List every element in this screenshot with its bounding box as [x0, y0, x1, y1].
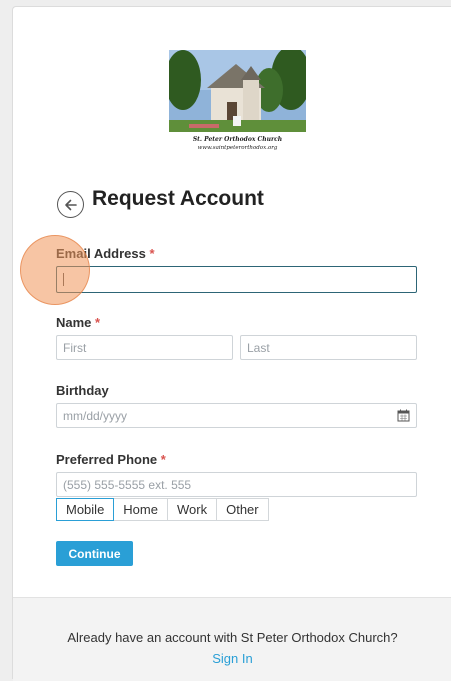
- phone-placeholder: (555) 555-5555 ext. 555: [63, 477, 192, 492]
- phone-label: Preferred Phone *: [56, 452, 166, 467]
- required-mark: *: [95, 315, 101, 330]
- last-name-placeholder: Last: [247, 340, 270, 355]
- calendar-icon[interactable]: [397, 409, 410, 422]
- phone-type-other[interactable]: Other: [216, 498, 269, 521]
- continue-button[interactable]: Continue: [56, 541, 133, 566]
- back-button[interactable]: [57, 191, 84, 218]
- phone-input[interactable]: (555) 555-5555 ext. 555: [56, 472, 417, 497]
- signin-prompt: Already have an account with St Peter Or…: [67, 630, 398, 645]
- church-logo: St. Peter Orthodox Church www.saintpeter…: [169, 50, 306, 153]
- signin-link[interactable]: Sign In: [13, 651, 451, 666]
- logo-caption-line2: www.saintpeterorthodox.org: [198, 145, 278, 151]
- name-label: Name *: [56, 315, 100, 330]
- birthday-input[interactable]: mm/dd/yyyy: [56, 403, 417, 428]
- phone-label-text: Preferred Phone: [56, 452, 158, 467]
- birthday-placeholder: mm/dd/yyyy: [63, 408, 128, 423]
- phone-type-home[interactable]: Home: [113, 498, 168, 521]
- phone-type-mobile[interactable]: Mobile: [56, 498, 115, 521]
- birthday-label: Birthday: [56, 383, 109, 398]
- logo-caption-line1: St. Peter Orthodox Church: [193, 136, 282, 143]
- first-name-input[interactable]: First: [56, 335, 233, 360]
- page-title: Request Account: [92, 187, 264, 210]
- footer: Already have an account with St Peter Or…: [13, 597, 451, 681]
- click-highlight: [20, 235, 90, 305]
- phone-type-work[interactable]: Work: [166, 498, 218, 521]
- name-label-text: Name: [56, 315, 92, 330]
- request-account-card: St. Peter Orthodox Church www.saintpeter…: [12, 6, 451, 681]
- last-name-input[interactable]: Last: [240, 335, 417, 360]
- first-name-placeholder: First: [63, 340, 87, 355]
- required-mark: *: [149, 246, 155, 261]
- arrow-left-icon: [64, 199, 77, 210]
- required-mark: *: [160, 452, 166, 467]
- email-input[interactable]: [56, 266, 417, 293]
- phone-type-selector: Mobile Home Work Other: [56, 498, 269, 521]
